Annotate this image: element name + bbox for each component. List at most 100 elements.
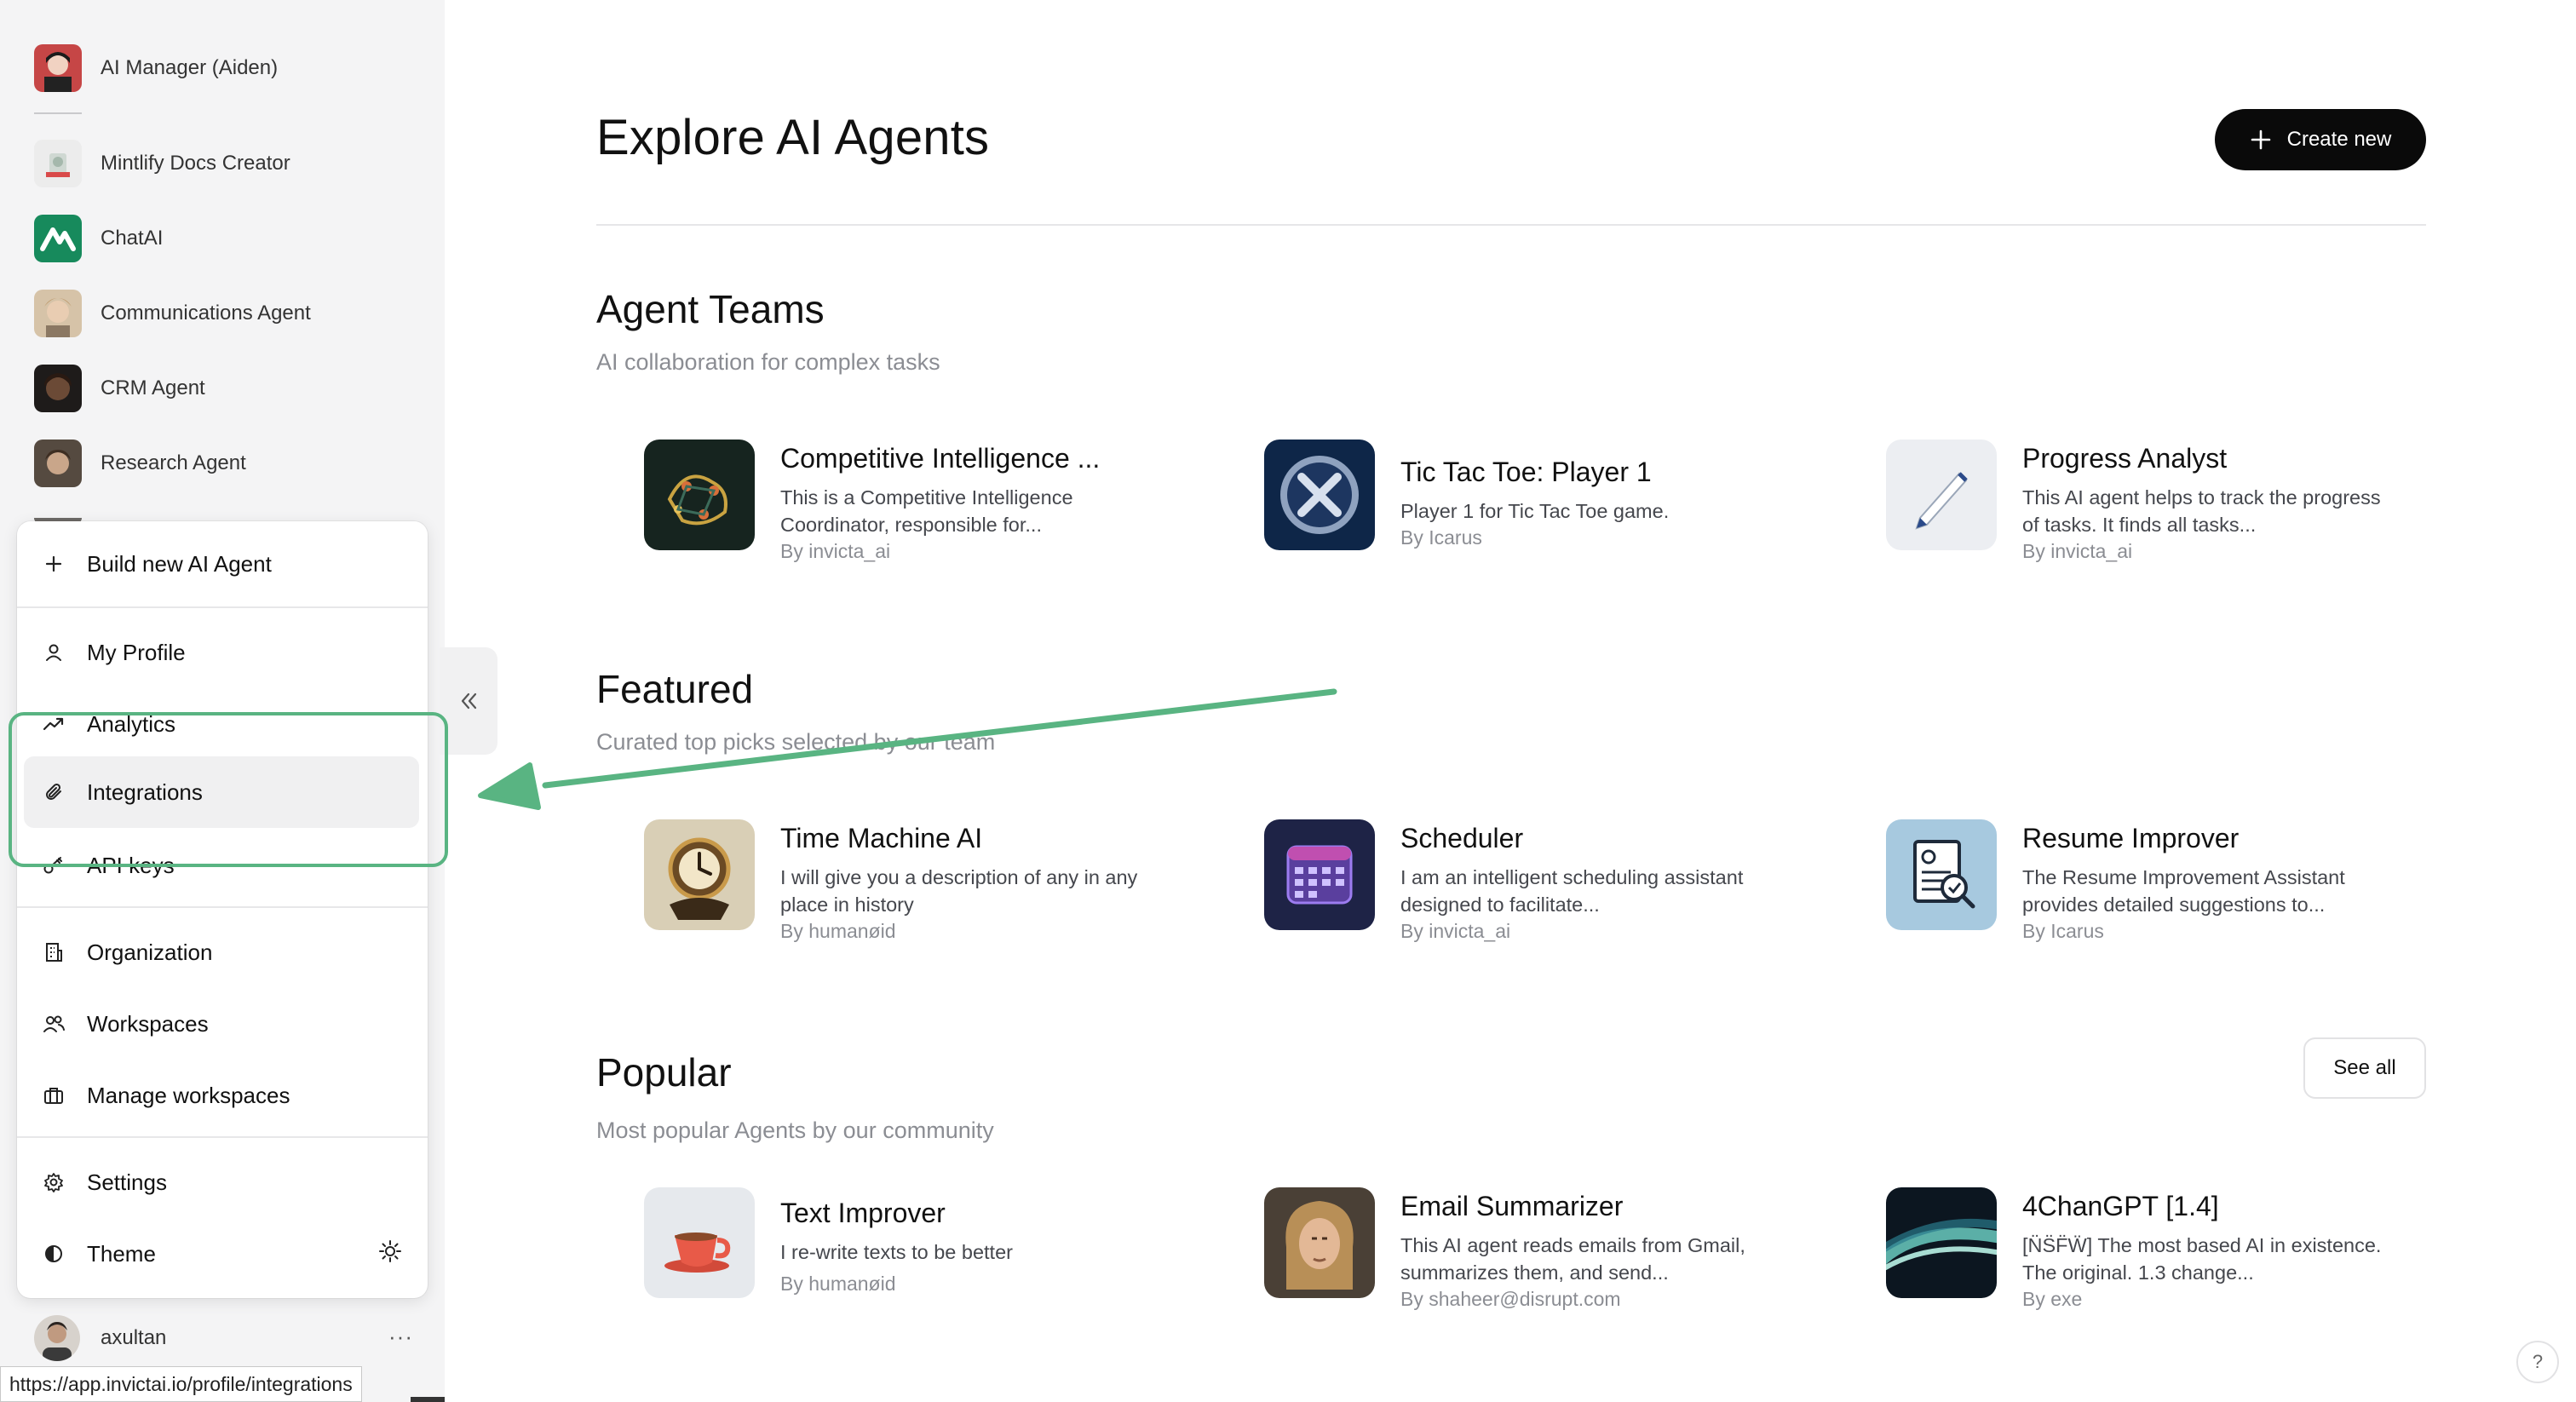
help-button[interactable]: ?	[2516, 1341, 2559, 1383]
card-author: By Icarus	[1400, 526, 1482, 549]
see-all-button[interactable]: See all	[2303, 1037, 2426, 1099]
sidebar-agent-research[interactable]: Research Agent	[34, 438, 246, 489]
sidebar-agent-crm[interactable]: CRM Agent	[34, 363, 205, 414]
agent-card-progress-analyst[interactable]: Progress Analyst This AI agent helps to …	[1886, 440, 2448, 567]
card-description: I am an intelligent scheduling assistant…	[1400, 866, 1744, 916]
card-author: By humanøid	[780, 920, 896, 942]
menu-build-new-agent[interactable]: Build new AI Agent	[24, 528, 421, 600]
plus-icon	[2251, 129, 2270, 150]
sidebar-agent-label: Research Agent	[101, 451, 246, 474]
menu-label: My Profile	[87, 639, 186, 665]
menu-manage-workspaces[interactable]: Manage workspaces	[24, 1060, 421, 1131]
users-icon	[43, 1013, 65, 1035]
scheduler-icon	[1264, 819, 1375, 930]
card-title: Scheduler	[1400, 823, 1524, 853]
collapse-sidebar-button[interactable]	[440, 647, 497, 755]
card-author: By humanøid	[780, 1273, 896, 1295]
competitive-intelligence-icon	[644, 440, 755, 550]
card-description: I will give you a description of any in …	[780, 866, 1138, 916]
menu-label: Build new AI Agent	[87, 550, 272, 577]
user-more-icon[interactable]: ···	[388, 1324, 413, 1350]
card-title: Text Improver	[780, 1198, 946, 1228]
user-icon	[43, 641, 65, 664]
chatai-avatar	[34, 215, 82, 262]
section-subtitle-featured: Curated top picks selected by our team	[596, 729, 996, 755]
card-description: The Resume Improvement Assistant provide…	[2022, 866, 2345, 916]
user-name: axultan	[101, 1326, 167, 1349]
agent-card-4changpt[interactable]: 4ChanGPT [1.4] [N̈S̈F̈Ẅ] The most based …	[1886, 1187, 2448, 1315]
sun-icon[interactable]	[378, 1239, 402, 1269]
menu-my-profile[interactable]: My Profile	[24, 617, 421, 688]
section-subtitle-teams: AI collaboration for complex tasks	[596, 349, 940, 375]
card-title: Tic Tac Toe: Player 1	[1400, 457, 1652, 487]
communications-avatar	[34, 290, 82, 337]
sidebar-agent-label: ChatAI	[101, 227, 164, 250]
page-title: Explore AI Agents	[596, 110, 990, 165]
agent-card-text-improver[interactable]: Text Improver I re-write texts to be bet…	[644, 1187, 1206, 1315]
agent-card-time-machine[interactable]: Time Machine AI I will give you a descri…	[644, 819, 1206, 947]
email-summarizer-icon	[1264, 1187, 1375, 1298]
card-title: 4ChanGPT [1.4]	[2022, 1191, 2219, 1221]
main-content: Explore AI Agents Create new Agent Teams…	[596, 0, 2426, 1402]
bottom-bar	[411, 1397, 445, 1402]
menu-label: Organization	[87, 939, 213, 965]
menu-label: Settings	[87, 1169, 167, 1195]
4changpt-icon	[1886, 1187, 1997, 1298]
building-icon	[43, 941, 65, 963]
section-title-featured: Featured	[596, 667, 754, 711]
text-improver-icon	[644, 1187, 755, 1298]
current-user[interactable]: axultan	[34, 1315, 166, 1361]
resume-improver-icon	[1886, 819, 1997, 930]
sidebar-agent-communications[interactable]: Communications Agent	[34, 288, 311, 339]
card-title: Competitive Intelligence ...	[780, 443, 1101, 474]
sidebar-agent-ai-manager[interactable]: AI Manager (Aiden)	[34, 43, 278, 94]
user-avatar	[34, 1315, 80, 1361]
menu-divider	[17, 1136, 428, 1138]
sidebar-divider	[34, 112, 82, 114]
card-author: By shaheer@disrupt.com	[1400, 1288, 1621, 1310]
menu-workspaces[interactable]: Workspaces	[24, 988, 421, 1060]
agent-card-email-summarizer[interactable]: Email Summarizer This AI agent reads ema…	[1264, 1187, 1826, 1315]
sidebar-agent-label: AI Manager (Aiden)	[101, 56, 279, 79]
sidebar-agent-mintlify[interactable]: Mintlify Docs Creator	[34, 138, 290, 189]
agent-card-tic-tac-toe[interactable]: Tic Tac Toe: Player 1 Player 1 for Tic T…	[1264, 440, 1826, 567]
menu-settings[interactable]: Settings	[24, 1146, 421, 1218]
card-description: This is a Competitive Intelligence Coord…	[780, 486, 1073, 536]
double-chevron-left-icon	[461, 692, 477, 710]
card-description: I re-write texts to be better	[780, 1241, 1013, 1263]
time-machine-icon	[644, 819, 755, 930]
progress-analyst-icon	[1886, 440, 1997, 550]
card-author: By invicta_ai	[1400, 920, 1511, 942]
gear-icon	[43, 1171, 65, 1193]
card-description: Player 1 for Tic Tac Toe game.	[1400, 500, 1670, 522]
section-title-popular: Popular	[596, 1050, 732, 1095]
title-divider	[596, 224, 2426, 226]
ai-manager-avatar	[34, 44, 82, 92]
crm-avatar	[34, 365, 82, 412]
menu-label: Manage workspaces	[87, 1082, 290, 1108]
card-author: By invicta_ai	[780, 540, 891, 562]
card-author: By Icarus	[2022, 920, 2104, 942]
card-description: This AI agent reads emails from Gmail, s…	[1400, 1234, 1745, 1284]
sidebar-agent-label: CRM Agent	[101, 376, 205, 399]
menu-label: Theme	[87, 1240, 156, 1267]
card-author: By exe	[2022, 1288, 2083, 1310]
card-title: Progress Analyst	[2022, 443, 2228, 474]
menu-organization[interactable]: Organization	[24, 916, 421, 988]
card-description: This AI agent helps to track the progres…	[2022, 486, 2381, 536]
create-new-button[interactable]: Create new	[2215, 109, 2426, 170]
agent-card-competitive-intelligence[interactable]: Competitive Intelligence ... This is a C…	[644, 440, 1206, 567]
agent-card-resume-improver[interactable]: Resume Improver The Resume Improvement A…	[1886, 819, 2448, 947]
card-title: Time Machine AI	[780, 823, 983, 853]
tic-tac-toe-icon	[1264, 440, 1375, 550]
card-title: Resume Improver	[2022, 823, 2240, 853]
agent-card-scheduler[interactable]: Scheduler I am an intelligent scheduling…	[1264, 819, 1826, 947]
research-avatar	[34, 440, 82, 487]
sidebar-agent-label: Mintlify Docs Creator	[101, 152, 290, 175]
annotation-highlight-box	[9, 712, 448, 867]
card-author: By invicta_ai	[2022, 540, 2133, 562]
menu-theme[interactable]: Theme	[24, 1218, 421, 1290]
sidebar-agent-chatai[interactable]: ChatAI	[34, 213, 163, 264]
card-title: Email Summarizer	[1400, 1191, 1624, 1221]
menu-divider	[17, 606, 428, 608]
